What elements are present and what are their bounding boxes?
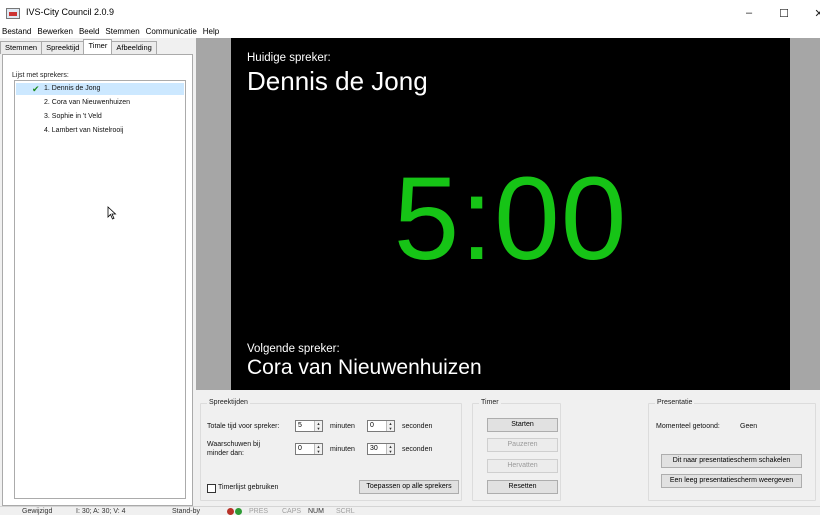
controls-area: Spreektijden Totale tijd voor spreker: 5… — [196, 390, 820, 506]
timerlist-checkbox[interactable] — [207, 484, 216, 493]
indicator-pres: PRES — [249, 508, 269, 515]
menu-help[interactable]: Help — [200, 26, 222, 38]
start-button[interactable]: Starten — [487, 418, 558, 432]
show-empty-screen-button[interactable]: Een leeg presentatiescherm weergeven — [661, 474, 802, 488]
switch-to-presentation-button[interactable]: Dit naar presentatiescherm schakelen — [661, 454, 802, 468]
apply-all-button[interactable]: Toepassen op alle sprekers — [359, 480, 459, 494]
tab-afbeelding[interactable]: Afbeelding — [111, 41, 157, 54]
minutes-label: minuten — [330, 423, 355, 430]
speaker-name: 4. Lambert van Nistelrooij — [44, 127, 124, 134]
status-bar: Gewijzigd I: 30; A: 30; V: 4 Stand-by PR… — [0, 506, 820, 515]
list-item[interactable]: 3. Sophie in 't Veld — [16, 111, 184, 123]
menu-bar: Bestand Bewerken Beeld Stemmen Communica… — [0, 26, 820, 38]
reset-button[interactable]: Resetten — [487, 480, 558, 494]
green-status-icon — [235, 508, 242, 515]
window-title: IVS-City Council 2.0.9 — [26, 7, 115, 17]
speaker-name: 3. Sophie in 't Veld — [44, 113, 102, 120]
app-icon — [6, 8, 20, 19]
speaker-name: 1. Dennis de Jong — [44, 85, 101, 92]
speaker-list-label: Lijst met sprekers: — [12, 72, 69, 79]
warn-label-2: minder dan: — [207, 450, 244, 457]
tab-strip: Stemmen Spreektijd Timer Afbeelding — [0, 39, 157, 54]
current-speaker-label: Huidige spreker: — [247, 52, 331, 64]
warn-label: Waarschuwen bij — [207, 441, 261, 448]
speaker-name: 2. Cora van Nieuwenhuizen — [44, 99, 130, 106]
check-icon: ✔ — [32, 84, 40, 94]
list-item[interactable]: 2. Cora van Nieuwenhuizen — [16, 97, 184, 109]
next-speaker-name: Cora van Nieuwenhuizen — [247, 356, 482, 379]
timer-group: Timer Starten Pauzeren Hervatten Resette… — [472, 399, 561, 501]
title-bar — [0, 0, 820, 26]
speaking-times-group: Spreektijden Totale tijd voor spreker: 5… — [200, 399, 462, 501]
list-item[interactable]: 4. Lambert van Nistelrooij — [16, 125, 184, 137]
group-title: Spreektijden — [207, 399, 250, 406]
group-title: Presentatie — [655, 399, 695, 406]
warn-minutes-stepper[interactable]: 0 ▲ ▼ — [295, 443, 323, 455]
current-speaker-name: Dennis de Jong — [247, 66, 428, 96]
spin-arrows-icon[interactable]: ▲ ▼ — [386, 444, 394, 454]
current-shown-value: Geen — [740, 423, 758, 430]
indicator-scrl: SCRL — [336, 508, 355, 515]
minimize-button[interactable]: – — [730, 0, 768, 26]
presentation-group: Presentatie Momenteel getoond: Geen Dit … — [648, 399, 816, 501]
menu-bewerken[interactable]: Bewerken — [34, 26, 76, 38]
spin-arrows-icon[interactable]: ▲ ▼ — [314, 444, 322, 454]
menu-stemmen[interactable]: Stemmen — [102, 26, 142, 38]
menu-beeld[interactable]: Beeld — [76, 26, 102, 38]
list-item[interactable]: ✔ 1. Dennis de Jong — [16, 83, 184, 95]
resume-button[interactable]: Hervatten — [487, 459, 558, 473]
tab-spreektijd[interactable]: Spreektijd — [41, 41, 85, 54]
speaker-list[interactable]: ✔ 1. Dennis de Jong 2. Cora van Nieuwenh… — [14, 80, 186, 499]
timer-display: 5:00 — [393, 153, 628, 285]
mode-status: Stand-by — [172, 508, 201, 515]
red-status-icon — [227, 508, 234, 515]
minutes-label: minuten — [330, 446, 355, 453]
total-minutes-stepper[interactable]: 5 ▲ ▼ — [295, 420, 323, 432]
spin-arrows-icon[interactable]: ▲ ▼ — [314, 421, 322, 431]
tab-stemmen[interactable]: Stemmen — [0, 41, 43, 54]
warn-seconds-stepper[interactable]: 30 ▲ ▼ — [367, 443, 395, 455]
maximize-button[interactable]: ☐ — [765, 0, 803, 26]
modified-status: Gewijzigd — [22, 508, 53, 515]
current-shown-label: Momenteel getoond: — [656, 423, 720, 430]
pause-button[interactable]: Pauzeren — [487, 438, 558, 452]
menu-bestand[interactable]: Bestand — [0, 26, 34, 38]
next-speaker-label: Volgende spreker: — [247, 343, 340, 355]
total-seconds-stepper[interactable]: 0 ▲ ▼ — [367, 420, 395, 432]
indicator-num: NUM — [308, 508, 324, 515]
seconds-label: seconden — [402, 423, 433, 430]
menu-communicatie[interactable]: Communicatie — [143, 26, 200, 38]
close-button[interactable]: ✕ — [800, 0, 820, 26]
total-time-label: Totale tijd voor spreker: — [207, 423, 280, 430]
timerlist-label: Timerlijst gebruiken — [218, 484, 279, 491]
group-title: Timer — [479, 399, 501, 406]
seconds-label: seconden — [402, 446, 433, 453]
spin-arrows-icon[interactable]: ▲ ▼ — [386, 421, 394, 431]
vote-counts: I: 30; A: 30; V: 4 — [76, 508, 126, 515]
tab-timer[interactable]: Timer — [83, 39, 113, 54]
mouse-cursor-icon — [107, 206, 117, 220]
indicator-caps: CAPS — [282, 508, 302, 515]
